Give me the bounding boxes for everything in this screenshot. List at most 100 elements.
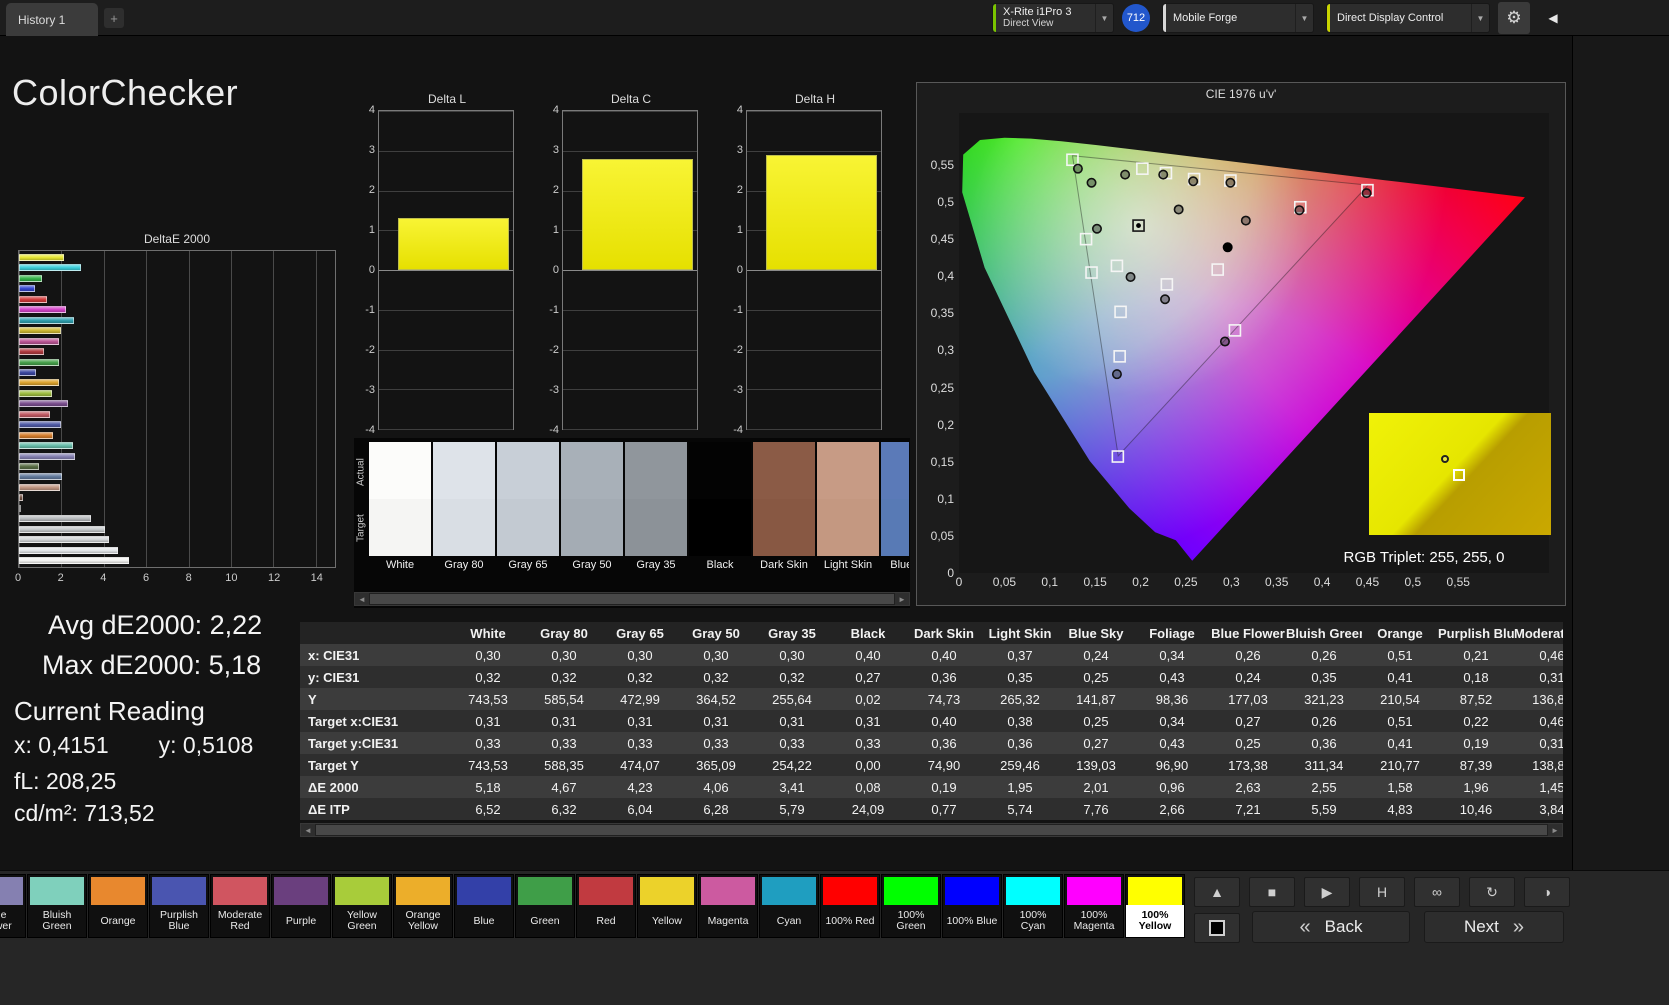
continuous-read-button[interactable]: ∞: [1414, 877, 1460, 907]
patch-button-orange[interactable]: Orange: [88, 874, 148, 938]
back-button[interactable]: « Back: [1252, 911, 1410, 943]
display-control-dropdown[interactable]: Direct Display Control ▼: [1326, 3, 1490, 33]
swatch-target: [497, 499, 559, 556]
table-row-label: x: CIE31: [308, 647, 360, 663]
patch-swatch: [396, 877, 450, 905]
patch-button-green[interactable]: Green: [515, 874, 575, 938]
de-bar: [19, 483, 61, 491]
patch-button-100-cyan[interactable]: 100% Cyan: [1003, 874, 1063, 938]
swatch-actual: [817, 442, 879, 499]
y-tick-label: 0,5: [937, 195, 954, 210]
swatch-scrollbar-thumb[interactable]: [370, 594, 894, 604]
tab-history-1[interactable]: History 1: [6, 3, 98, 36]
table-scrollbar[interactable]: ◄ ►: [300, 823, 1563, 837]
patch-button-100-magenta[interactable]: 100% Magenta: [1064, 874, 1124, 938]
swatch-cell: Gray 65: [497, 442, 559, 576]
play-button[interactable]: ▶: [1304, 877, 1350, 907]
patch-swatch: [91, 877, 145, 905]
swatch-actual: [369, 442, 431, 499]
contrast-button[interactable]: ◑: [1524, 877, 1570, 907]
table-cell: 0,32: [703, 669, 729, 685]
y-tick-label: -1: [733, 304, 743, 316]
swatch-scrollbar[interactable]: ◄ ►: [354, 592, 910, 606]
patch-button-100-yellow[interactable]: 100% Yellow: [1125, 874, 1185, 938]
table-cell: 6,28: [703, 801, 729, 817]
collapse-bar-button[interactable]: ▲: [1194, 877, 1240, 907]
y-tick-label: -3: [549, 384, 559, 396]
patch-button-100-blue[interactable]: 100% Blue: [942, 874, 1002, 938]
patch-button-magenta[interactable]: Magenta: [698, 874, 758, 938]
table-cell: 0,36: [1007, 735, 1033, 751]
patch-label: Yellow: [652, 914, 682, 927]
patch-label: 100% Red: [825, 914, 875, 927]
patch-button-100-green[interactable]: 100% Green: [881, 874, 941, 938]
swatch-target: [625, 499, 687, 556]
patch-swatch: [335, 877, 389, 905]
de-bar: [19, 494, 24, 502]
swatch-actual: [497, 442, 559, 499]
scroll-left-icon[interactable]: ◄: [301, 824, 315, 836]
meter-dropdown[interactable]: X-Rite i1Pro 3 Direct View ▼: [992, 3, 1114, 33]
table-cell: 74,90: [927, 757, 961, 773]
patch-button-bluish-green[interactable]: Bluish Green: [27, 874, 87, 938]
table-cell: 0,31: [475, 713, 501, 729]
max-de2000-readout: Max dE2000: 5,18: [42, 650, 262, 680]
deltae2000-chart: DeltaE 2000 0 2 4 6 8 10 12 14: [14, 232, 340, 594]
table-cell: 1,95: [1007, 779, 1033, 795]
scroll-left-icon[interactable]: ◄: [355, 593, 369, 605]
gridline: [379, 309, 513, 311]
pattern-step-button[interactable]: H: [1359, 877, 1405, 907]
gridline: [563, 389, 697, 391]
table-cell: 0,33: [703, 735, 729, 751]
cie-measured-point: [1091, 223, 1102, 234]
de-bar: [19, 274, 43, 282]
table-row: Y 743,53 585,54 472,99 364,52 255,64 0,02 74,73…: [300, 688, 1563, 710]
y-tick-label: -2: [733, 344, 743, 356]
next-button[interactable]: Next »: [1424, 911, 1564, 943]
table-cell: 98,36: [1155, 691, 1189, 707]
patch-button-blue[interactable]: Blue: [454, 874, 514, 938]
de-bar: [19, 295, 47, 303]
patch-button-moderate-red[interactable]: Moderate Red: [210, 874, 270, 938]
x-tick-label: 0: [14, 572, 22, 584]
patch-button-blue-flower[interactable]: Blue Flower: [0, 874, 26, 938]
scroll-right-icon[interactable]: ►: [895, 593, 909, 605]
cie-measured-point: [1294, 205, 1305, 216]
loop-button[interactable]: ↻: [1469, 877, 1515, 907]
next-button-label: Next: [1463, 917, 1499, 936]
de-bar: [19, 557, 129, 565]
table-cell: 0,30: [627, 647, 653, 663]
source-dropdown[interactable]: Mobile Forge ▼: [1162, 3, 1314, 33]
delta-chart-title: Delta L: [427, 92, 467, 106]
scroll-right-icon[interactable]: ►: [1548, 824, 1562, 836]
patch-button-yellow-green[interactable]: Yellow Green: [332, 874, 392, 938]
table-cell: 0,35: [1311, 669, 1337, 685]
swatch-cell: Blue Sky: [881, 442, 909, 576]
pattern-bar: Blue Flower Bluish Green Orange Purplish Bl…: [0, 870, 1669, 1005]
patch-button-cyan[interactable]: Cyan: [759, 874, 819, 938]
de-bar: [19, 264, 81, 272]
gridline: [747, 270, 881, 271]
table-scrollbar-thumb[interactable]: [316, 825, 1547, 835]
swatch-target: [433, 499, 495, 556]
collapse-right-panel-button[interactable]: ◀: [1542, 6, 1564, 30]
de-bar: [19, 306, 66, 314]
patch-button-purplish-blue[interactable]: Purplish Blue: [149, 874, 209, 938]
pattern-window-button[interactable]: [1194, 913, 1240, 943]
add-tab-button[interactable]: +: [104, 8, 124, 28]
settings-button[interactable]: ⚙: [1498, 2, 1530, 34]
patch-button-purple[interactable]: Purple: [271, 874, 331, 938]
patch-button-orange-yellow[interactable]: Orange Yellow: [393, 874, 453, 938]
meter-count-badge[interactable]: 712: [1122, 4, 1150, 32]
patch-button-100-red[interactable]: 100% Red: [820, 874, 880, 938]
patch-button-yellow[interactable]: Yellow: [637, 874, 697, 938]
y-tick-label: -2: [365, 344, 375, 356]
cie-measured-point: [1120, 169, 1131, 180]
patch-button-red[interactable]: Red: [576, 874, 636, 938]
patch-preview-thumbnail: [1369, 413, 1551, 535]
table-cell: 0,32: [779, 669, 805, 685]
swatch-actual: [561, 442, 623, 499]
infinity-icon: ∞: [1432, 884, 1442, 900]
stop-button[interactable]: ■: [1249, 877, 1295, 907]
table-cell: 2,01: [1083, 779, 1109, 795]
